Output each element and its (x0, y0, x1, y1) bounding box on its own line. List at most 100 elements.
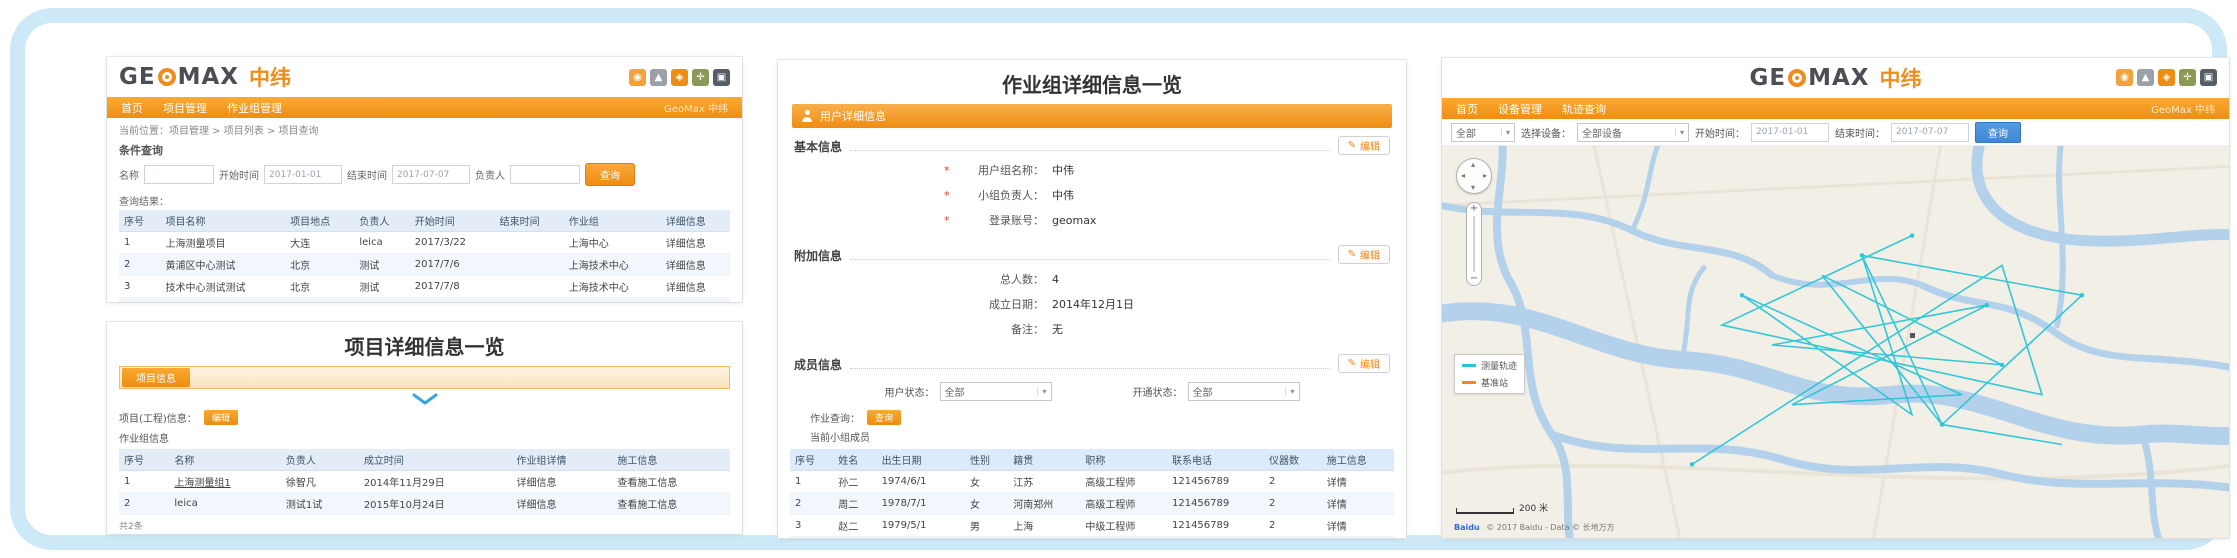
edit-project-button[interactable]: 编辑 (204, 410, 238, 425)
basic-info-section: 基本信息 ✎ 编辑 * 用户组名称： 中伟 * 小组负责人： 中伟 (794, 135, 1390, 237)
table-link[interactable]: 查看施工信息 (612, 471, 730, 493)
page-title: 项目详细信息一览 (107, 322, 742, 366)
app-header: GE MAX 中纬 ◉ ▲ ◈ ✛ ▣ (107, 57, 742, 97)
edit-basic-button[interactable]: ✎ 编辑 (1338, 136, 1390, 155)
nav-item-tracks[interactable]: 轨迹查询 (1562, 101, 1606, 117)
member-filters: 用户状态： 全部 ▾ 开通状态： 全部 ▾ (794, 373, 1390, 405)
zoom-slider[interactable]: + − (1466, 202, 1482, 286)
table-cell: 2 (119, 493, 169, 515)
table-link[interactable]: 查看施工信息 (612, 493, 730, 515)
table-cell: 121456789 (1167, 471, 1264, 493)
total-station-icon: ◉ (2116, 69, 2133, 86)
table-cell (495, 254, 564, 276)
app-header: GE MAX 中纬 ◉ ▲ ◈ ✛ ▣ (1442, 58, 2229, 98)
pan-control[interactable]: ▴ ▾ ◂ ▸ (1456, 158, 1492, 194)
table-link[interactable]: 详情 (1322, 515, 1394, 537)
divider (850, 259, 1330, 260)
table-cell: 上海技术中心 (564, 254, 661, 276)
chevron-down-icon: ▾ (1285, 387, 1294, 396)
table-link[interactable]: 详情 (1322, 471, 1394, 493)
table-cell: 1 (790, 471, 833, 493)
end-date-label: 结束时间： (1835, 125, 1885, 140)
nav-item-home[interactable]: 首页 (1456, 101, 1478, 117)
user-status-select[interactable]: 全部 ▾ (940, 382, 1052, 401)
table-link[interactable]: 详细信息 (661, 232, 730, 254)
table-row: 2leica测试1试2015年10月24日详细信息查看施工信息 (119, 493, 730, 515)
open-status-select[interactable]: 全部 ▾ (1188, 382, 1300, 401)
column-header: 作业组详情 (512, 449, 613, 471)
workgroup-section-label: 作业组信息 (107, 427, 742, 449)
table-cell: 1 (119, 232, 161, 254)
nav-item-devices[interactable]: 设备管理 (1498, 101, 1542, 117)
panel-track-map: GE MAX 中纬 ◉ ▲ ◈ ✛ ▣ 首页 设备管理 轨迹查询 GeoMax … (1442, 58, 2229, 538)
table-cell: leica (169, 493, 281, 515)
table-cell: 江苏 (1008, 471, 1080, 493)
zoom-track[interactable] (1473, 216, 1475, 272)
nav-item-home[interactable]: 首页 (121, 100, 143, 116)
legend-item-base: 基准站 (1462, 376, 1517, 389)
laser-level-icon: ✛ (2179, 69, 2196, 86)
device-select[interactable]: 全部设备 ▾ (1577, 123, 1689, 142)
table-link[interactable]: 详情 (1322, 493, 1394, 515)
pencil-icon: ✎ (1348, 358, 1356, 369)
projects-table: 序号项目名称项目地点负责人开始时间结束时间作业组详细信息1上海测量项目大连lei… (119, 210, 730, 302)
user-status-label: 用户状态： (885, 384, 935, 399)
table-cell: 北京 (285, 276, 354, 298)
map-canvas[interactable] (1442, 146, 2229, 538)
table-cell (495, 298, 564, 303)
start-date-input[interactable]: 2017-01-01 (1751, 123, 1829, 142)
table-cell: 121456789 (1167, 515, 1264, 537)
table-link[interactable]: 详细信息 (661, 298, 730, 303)
pan-left-arrow[interactable]: ◂ (1461, 171, 1465, 180)
table-link[interactable]: 详细信息 (661, 254, 730, 276)
panel-workgroup-detail: 作业组详细信息一览 用户详细信息 基本信息 ✎ 编辑 * 用户组名称： 中伟 (778, 60, 1406, 538)
record-count: 共2条 (107, 515, 742, 534)
map-toolbar: 全部 ▾ 选择设备： 全部设备 ▾ 开始时间： 2017-01-01 结束时间：… (1442, 119, 2229, 146)
nav-item-projects[interactable]: 项目管理 (163, 100, 207, 116)
device-type-select[interactable]: 全部 ▾ (1451, 123, 1515, 142)
pan-down-arrow[interactable]: ▾ (1471, 183, 1475, 192)
column-header: 籍贯 (1008, 449, 1080, 471)
tab-project-info[interactable]: 项目信息 (122, 368, 190, 387)
table-row: 4测试123会北京leica2017/7/11leica详细信息 (119, 298, 730, 303)
chevron-down-icon[interactable] (411, 393, 439, 406)
edit-members-button[interactable]: ✎ 编辑 (1338, 354, 1390, 373)
job-query-button[interactable]: 查询 (867, 410, 901, 425)
table-link[interactable]: 详情 (1322, 537, 1394, 539)
search-button[interactable]: 查询 (585, 163, 635, 186)
device-select-label: 选择设备： (1521, 125, 1571, 140)
end-date-input[interactable]: 2017-07-07 (392, 165, 470, 184)
table-link[interactable]: 详细信息 (512, 471, 613, 493)
zoom-out-button[interactable]: − (1470, 274, 1478, 284)
map-scalebar: 200 米 (1456, 501, 1548, 514)
zoom-in-button[interactable]: + (1470, 204, 1478, 214)
target-icon (158, 68, 176, 86)
pan-right-arrow[interactable]: ▸ (1483, 171, 1487, 180)
name-input[interactable] (144, 165, 214, 184)
pan-up-arrow[interactable]: ▴ (1471, 160, 1475, 169)
table-link[interactable]: 详细信息 (512, 493, 613, 515)
nav-item-groups[interactable]: 作业组管理 (227, 100, 282, 116)
start-date-input[interactable]: 2017-01-01 (264, 165, 342, 184)
table-cell: 上海中心 (564, 232, 661, 254)
table-row: 2黄浦区中心测试北京测试2017/7/6上海技术中心详细信息 (119, 254, 730, 276)
table-cell (495, 232, 564, 254)
required-mark: * (944, 164, 952, 177)
map-query-button[interactable]: 查询 (1975, 122, 2021, 143)
pencil-icon: ✎ (1348, 249, 1356, 260)
end-date-input[interactable]: 2017-07-07 (1891, 123, 1969, 142)
project-info-label: 项目(工程)信息： (119, 410, 197, 425)
table-cell: 2014年11月29日 (359, 471, 512, 493)
column-header: 性别 (965, 449, 1008, 471)
edit-extra-button[interactable]: ✎ 编辑 (1338, 245, 1390, 264)
table-link[interactable]: 详细信息 (661, 276, 730, 298)
table-cell: 1978/7/1 (877, 493, 965, 515)
screenshot-canvas: GE MAX 中纬 ◉ ▲ ◈ ✛ ▣ 首页 项目管理 作业组管理 GeoMax… (0, 0, 2237, 558)
extra-info-section: 附加信息 ✎ 编辑 总人数： 4 成立日期： 2014年12月1日 (794, 244, 1390, 346)
table-cell: 121456789 (1167, 493, 1264, 515)
table-cell: 测试1试 (281, 493, 359, 515)
owner-input[interactable] (510, 165, 580, 184)
map-view[interactable]: ▴ ▾ ◂ ▸ + − 测量轨迹 基准站 (1442, 146, 2229, 538)
table-cell: 徐智凡 (281, 471, 359, 493)
table-cell: 2017/7/8 (410, 276, 495, 298)
